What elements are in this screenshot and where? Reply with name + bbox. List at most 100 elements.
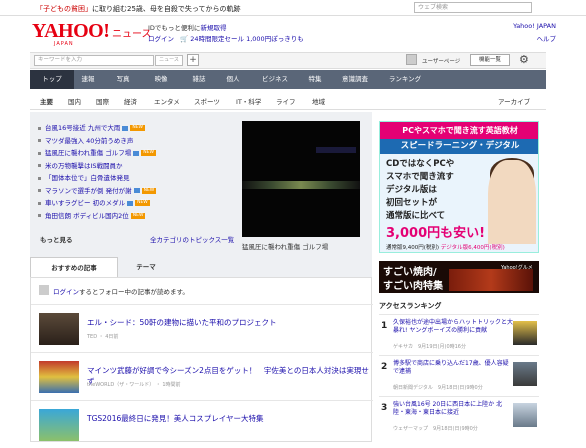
ranking-item[interactable]: 3 強い台風16号 20日に西日本に上陸か 北陸・東海・東日本に接近 ウェザーマ… — [379, 396, 539, 436]
topic-item[interactable]: 角田信朗 ボディビル国内2位 NEW — [38, 210, 146, 221]
topic-label[interactable]: マツダ最強入 40分前うめき声 — [45, 137, 133, 145]
sale-link[interactable]: 24時間限定セール 1,000円ぽっきりも — [190, 35, 303, 43]
keyword-search-input[interactable]: キーワードを入力 — [34, 55, 154, 66]
ad-line1: すごい焼肉/ — [383, 267, 437, 278]
camera-icon — [122, 125, 129, 131]
nav-item-feature[interactable]: 特集 — [300, 70, 330, 89]
yakiniku-ad[interactable]: すごい焼肉/ すごい肉特集 Yahoo!グルメ — [379, 261, 539, 293]
subnav-item-it[interactable]: IT・科学 — [236, 96, 261, 106]
topic-item[interactable]: 「国体本位で」白骨遺体発見 — [38, 172, 130, 183]
subnav-item-sports[interactable]: スポーツ — [194, 96, 220, 106]
video-overlay — [316, 147, 356, 153]
nav-item-photo[interactable]: 写真 — [104, 70, 142, 89]
ad-line2: すごい肉特集 — [383, 281, 443, 292]
services-button[interactable]: 機能一覧 — [470, 54, 510, 66]
ranking-title: アクセスランキング — [379, 302, 442, 310]
subnav-item-world[interactable]: 国際 — [96, 96, 109, 106]
tab-recommended[interactable]: おすすめの記事 — [30, 257, 118, 277]
rank-title[interactable]: 博多駅で商店に乗り込んだ17歳、優人容疑で逮捕 — [393, 360, 513, 376]
login-row: ログイン 🛒 24時間限定セール 1,000円ぽっきりも — [148, 33, 304, 43]
english-course-ad[interactable]: PCやスマホで聞き流す英語教材 スピードラーニング・デジタル CDではなくPCや… — [379, 121, 539, 253]
video-player[interactable] — [242, 121, 360, 237]
user-page-link[interactable]: ユーザーページ — [422, 57, 460, 65]
logo-news[interactable]: ニュース — [112, 25, 152, 40]
topic-label[interactable]: 「国体本位で」白骨遺体発見 — [45, 174, 130, 182]
top-bar: 「子どもの貧困」に取り組む25歳、母を自殺で失ってからの軌跡 ウェブ検索 — [0, 0, 586, 16]
ranking-item[interactable]: 1 久保裕也が途中出場からハットトリックと大暴れ! ヤングボーイズの勝利に貢献 … — [379, 314, 539, 354]
promo-link[interactable]: 「子どもの貧困」に取り組む25歳、母を自殺で失ってからの軌跡 — [36, 4, 241, 14]
subnav-item-region[interactable]: 地域 — [312, 96, 325, 106]
topic-item[interactable]: マツダ最強入 40分前うめき声 — [38, 135, 133, 146]
register-link[interactable]: 新規取得 — [200, 24, 226, 32]
bullet-icon — [38, 176, 41, 180]
nav-item-personal[interactable]: 個人 — [218, 70, 248, 89]
article-feed: ログインするとフォロー中の記事が読めます。 エル・シード：50軒の建物に描いた平… — [30, 277, 373, 442]
video-caption[interactable]: 猛風圧に襲われ重傷 ゴルフ場 — [242, 241, 328, 251]
list-item[interactable]: エル・シード：50軒の建物に描いた平和のプロジェクト TED ・ 4日前 — [31, 304, 373, 352]
bullet-icon — [38, 151, 41, 155]
subnav-item-main[interactable]: 主要 — [40, 96, 53, 106]
nav-item-business[interactable]: ビジネス — [250, 70, 300, 89]
gear-icon[interactable]: ⚙ — [519, 53, 529, 66]
subnav-item-domestic[interactable]: 国内 — [68, 96, 81, 106]
nav-item-survey[interactable]: 意識調査 — [330, 70, 380, 89]
topic-item[interactable]: 台風16号接近 九州で大雨 NEW — [38, 122, 146, 133]
ad-body: CDではなくPCや スマホで聞き流す デジタル版は 初回セットが 通常版に比べて — [386, 159, 455, 221]
topic-item[interactable]: 米の万物襲撃はIS戦闘員か — [38, 160, 123, 171]
rank-meta: ゲキサカ 9月19日(月)0時16分 — [393, 344, 466, 350]
feed-login-link[interactable]: ログイン — [53, 288, 79, 296]
cart-icon: 🛒 — [180, 35, 189, 43]
bullet-icon — [38, 164, 41, 167]
bullet-icon — [38, 126, 41, 130]
article-thumbnail — [39, 409, 79, 441]
subnav-item-life[interactable]: ライフ — [276, 96, 296, 106]
bullet-icon — [38, 139, 41, 142]
topic-label[interactable]: マラソンで選手が倒 発付が謝 — [45, 187, 132, 195]
yahoo-logo[interactable]: YAHOO! — [32, 20, 110, 43]
subnav-item-economy[interactable]: 経済 — [124, 96, 137, 106]
avatar — [39, 285, 49, 295]
rank-thumbnail — [513, 362, 537, 386]
article-title[interactable]: TGS2016最終日に発見！美人コスプレイヤー大特集 — [87, 413, 264, 424]
ad-price: 3,000円も安い! — [386, 226, 486, 241]
topic-item[interactable]: マラソンで選手が倒 発付が謝 NEW — [38, 185, 157, 196]
nav-item-ranking[interactable]: ランキング — [380, 70, 430, 89]
help-link[interactable]: ヘルプ — [537, 33, 557, 43]
more-link[interactable]: もっと見る — [40, 234, 73, 244]
all-topics-link[interactable]: 全カテゴリのトピックス一覧 — [150, 234, 234, 244]
ad-fineprint: 通常版9,400円(税別) デジタル版6,400円(税別) — [386, 245, 505, 251]
list-item[interactable]: マインツ武藤が好調で今シーズン2点目をゲット！ 宇佐美との日本人対決は実現せず … — [31, 352, 373, 400]
web-search-input[interactable]: ウェブ検索 — [414, 2, 532, 13]
nav-item-video[interactable]: 映像 — [142, 70, 180, 89]
archive-link[interactable]: アーカイブ — [498, 96, 530, 106]
article-meta: TED ・ 4日前 — [87, 334, 119, 340]
topic-item[interactable]: 猛風圧に襲われ重傷 ゴルフ場 NEW — [38, 147, 156, 158]
bullet-icon — [38, 214, 41, 217]
new-badge: NEW — [141, 187, 157, 194]
nav-item-breaking[interactable]: 速報 — [74, 70, 102, 89]
rank-number: 2 — [381, 362, 388, 372]
article-thumbnail — [39, 361, 79, 393]
article-meta: theWORLD（ザ・ワールド） ・ 1時間前 — [87, 382, 181, 388]
topic-item[interactable]: 車いすラグビー 初のメダル NEW — [38, 197, 150, 208]
ranking-item[interactable]: 2 博多駅で商店に乗り込んだ17歳、優人容疑で逮捕 朝日新聞デジタル 9月18日… — [379, 355, 539, 395]
login-link[interactable]: ログイン — [148, 35, 174, 43]
news-search-select[interactable]: ニュース — [155, 55, 183, 66]
rank-meta: ウェザーマップ 9月18日(日)9時0分 — [393, 426, 478, 432]
list-item[interactable]: TGS2016最終日に発見！美人コスプレイヤー大特集 — [31, 400, 373, 448]
topic-label[interactable]: 米の万物襲撃はIS戦闘員か — [45, 162, 123, 170]
topic-label[interactable]: 車いすラグビー 初のメダル — [45, 199, 125, 207]
nav-item-top[interactable]: トップ — [30, 70, 74, 89]
yahoo-japan-link[interactable]: Yahoo! JAPAN — [513, 22, 556, 30]
user-avatar[interactable] — [406, 54, 417, 65]
topic-label[interactable]: 角田信朗 ボディビル国内2位 — [45, 212, 129, 220]
subnav-item-entertainment[interactable]: エンタメ — [154, 96, 180, 106]
rank-title[interactable]: 久保裕也が途中出場からハットトリックと大暴れ! ヤングボーイズの勝利に貢献 — [393, 319, 513, 335]
rank-title[interactable]: 強い台風16号 20日に西日本に上陸か 北陸・東海・東日本に接近 — [393, 401, 513, 417]
topic-label[interactable]: 台風16号接近 九州で大雨 — [45, 124, 120, 132]
add-button[interactable]: + — [187, 54, 199, 66]
nav-item-magazine[interactable]: 雑誌 — [180, 70, 218, 89]
article-title[interactable]: エル・シード：50軒の建物に描いた平和のプロジェクト — [87, 317, 277, 328]
tab-theme[interactable]: テーマ — [118, 257, 174, 277]
topic-label[interactable]: 猛風圧に襲われ重傷 ゴルフ場 — [45, 149, 131, 157]
